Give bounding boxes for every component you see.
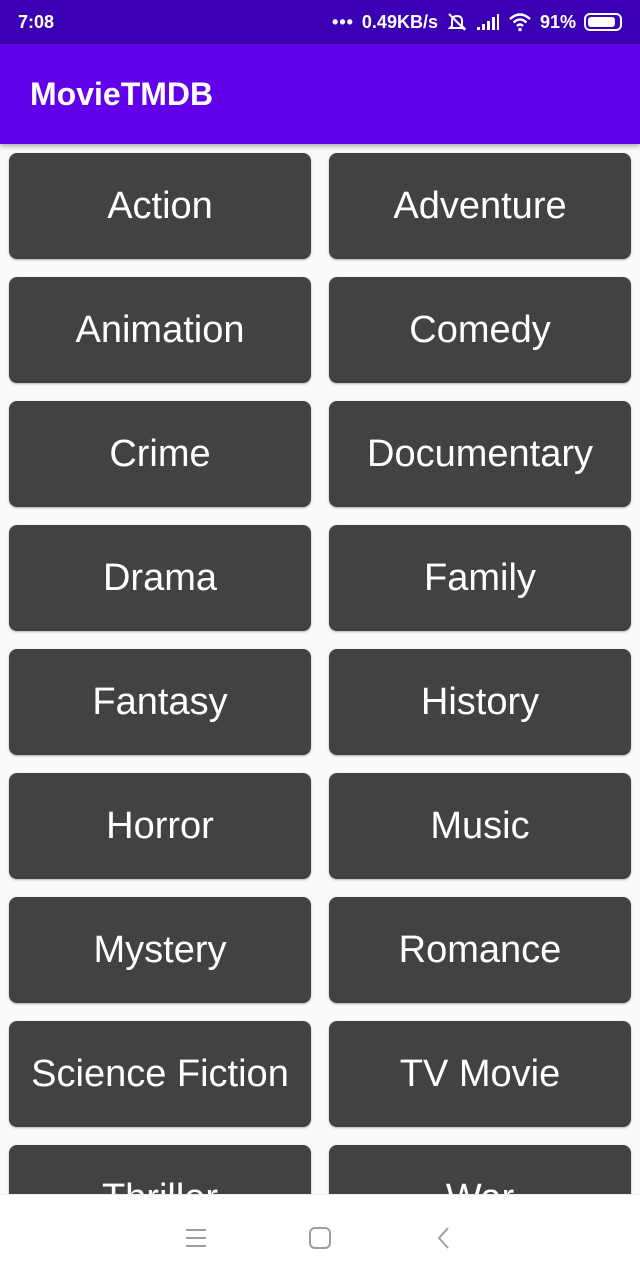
battery-icon (584, 13, 622, 31)
genre-button-action[interactable]: Action (9, 153, 311, 259)
status-bar: 7:08 ••• 0.49KB/s 91% (0, 0, 640, 44)
genre-button-adventure[interactable]: Adventure (329, 153, 631, 259)
app-title: MovieTMDB (30, 75, 214, 112)
genre-button-history[interactable]: History (329, 649, 631, 755)
battery-level (588, 17, 616, 27)
back-icon (437, 1226, 449, 1249)
genre-button-mystery[interactable]: Mystery (9, 897, 311, 1003)
home-icon (309, 1226, 331, 1249)
navigation-bar (0, 1194, 640, 1280)
genre-button-family[interactable]: Family (329, 525, 631, 631)
genre-button-music[interactable]: Music (329, 773, 631, 879)
genre-button-tv-movie[interactable]: TV Movie (329, 1021, 631, 1127)
genre-button-horror[interactable]: Horror (9, 773, 311, 879)
menu-icon (186, 1228, 206, 1247)
network-speed: 0.49KB/s (361, 11, 438, 32)
wifi-icon (508, 12, 532, 32)
back-button[interactable] (426, 1220, 462, 1256)
genre-button-documentary[interactable]: Documentary (329, 401, 631, 507)
genre-button-romance[interactable]: Romance (329, 897, 631, 1003)
battery-percent: 91% (539, 11, 576, 32)
screen: 7:08 ••• 0.49KB/s 91% MovieTMDB Action A… (0, 0, 640, 1280)
more-dots-icon: ••• (332, 11, 354, 32)
genre-button-animation[interactable]: Animation (9, 277, 311, 383)
genre-button-comedy[interactable]: Comedy (329, 277, 631, 383)
genre-button-fantasy[interactable]: Fantasy (9, 649, 311, 755)
genre-list: Action Adventure Animation Comedy Crime Docum… (9, 153, 631, 1194)
genre-button-war[interactable]: War (329, 1145, 631, 1194)
genre-button-thriller[interactable]: Thriller (9, 1145, 311, 1194)
signal-icon (476, 13, 500, 31)
genre-button-science-fiction[interactable]: Science Fiction (9, 1021, 311, 1127)
genre-button-crime[interactable]: Crime (9, 401, 311, 507)
status-icons: ••• 0.49KB/s 91% (332, 11, 622, 33)
app-bar: MovieTMDB (0, 44, 640, 144)
genre-grid[interactable]: Action Adventure Animation Comedy Crime Docum… (0, 144, 640, 1194)
status-time: 7:08 (18, 11, 55, 32)
mute-icon (446, 11, 468, 33)
genre-button-drama[interactable]: Drama (9, 525, 311, 631)
home-button[interactable] (302, 1220, 338, 1256)
menu-button[interactable] (178, 1220, 214, 1256)
